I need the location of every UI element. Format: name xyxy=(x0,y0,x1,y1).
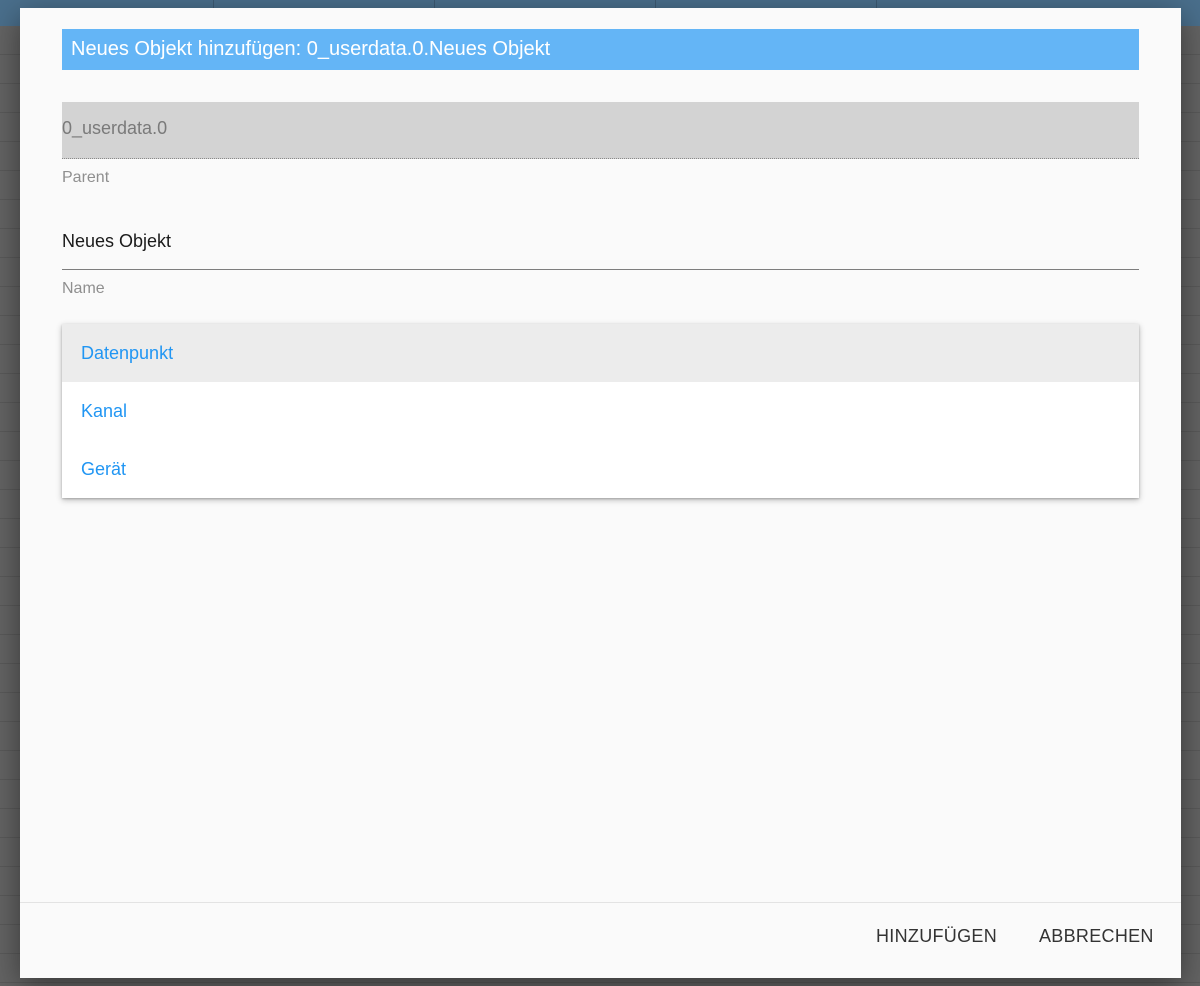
object-type-dropdown-menu: Datenpunkt Kanal Gerät xyxy=(62,324,1139,498)
parent-helper-text: Parent xyxy=(62,169,110,186)
name-helper-text: Name xyxy=(62,280,105,297)
menu-item-geraet[interactable]: Gerät xyxy=(62,440,1139,498)
name-value: Neues Objekt xyxy=(62,231,172,251)
menu-item-kanal[interactable]: Kanal xyxy=(62,382,1139,440)
name-input[interactable]: Neues Objekt xyxy=(62,221,1139,270)
parent-value: 0_userdata.0 xyxy=(62,118,168,138)
add-button[interactable]: HINZUFÜGEN xyxy=(876,916,997,956)
dialog-actions-divider xyxy=(20,902,1181,903)
dialog-title: Neues Objekt hinzufügen: 0_userdata.0.Ne… xyxy=(62,29,1139,70)
cancel-button[interactable]: ABBRECHEN xyxy=(1039,916,1154,956)
add-object-dialog: Neues Objekt hinzufügen: 0_userdata.0.Ne… xyxy=(20,8,1181,978)
menu-item-datenpunkt[interactable]: Datenpunkt xyxy=(62,324,1139,382)
parent-field: 0_userdata.0 xyxy=(62,102,1139,159)
